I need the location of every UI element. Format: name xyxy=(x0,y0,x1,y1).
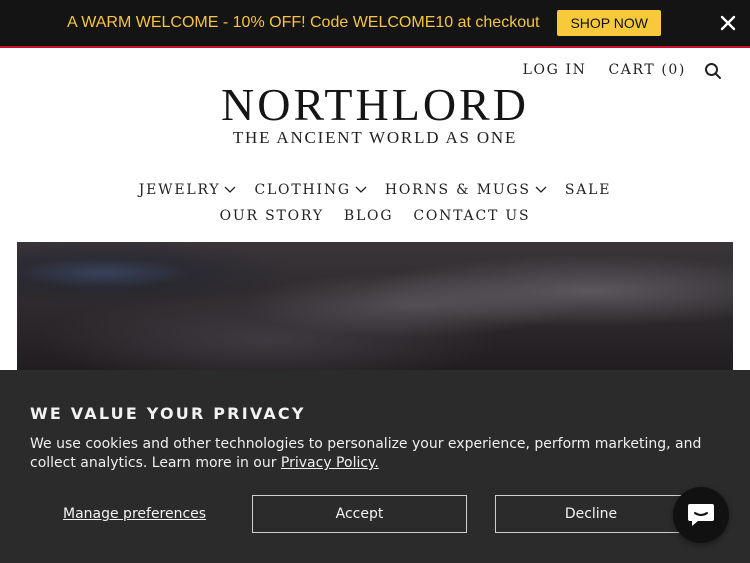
nav-item-sale[interactable]: SALE xyxy=(565,182,611,198)
nav-item-clothing[interactable]: CLOTHING xyxy=(254,182,367,198)
cart-link[interactable]: CART (0) xyxy=(608,62,686,78)
nav-item-jewelry[interactable]: JEWELRY xyxy=(139,182,237,198)
nav-item-our-story[interactable]: OUR STORY xyxy=(220,208,324,224)
cookie-banner: WE VALUE YOUR PRIVACY We use cookies and… xyxy=(0,370,750,563)
chevron-down-icon xyxy=(535,186,547,193)
privacy-policy-link[interactable]: Privacy Policy. xyxy=(281,455,379,471)
decline-button[interactable]: Decline xyxy=(495,495,687,533)
main-nav: JEWELRY CLOTHING HORNS & MUGS SALE xyxy=(0,182,750,198)
cookie-title: WE VALUE YOUR PRIVACY xyxy=(30,404,306,423)
hero-image xyxy=(17,242,733,382)
nav-item-horns-mugs[interactable]: HORNS & MUGS xyxy=(385,182,547,198)
accept-button[interactable]: Accept xyxy=(252,495,467,533)
chat-icon[interactable] xyxy=(673,487,729,543)
secondary-nav: OUR STORY BLOG CONTACT US xyxy=(0,208,750,224)
shop-now-button[interactable]: SHOP NOW xyxy=(557,10,661,36)
login-link[interactable]: LOG IN xyxy=(523,62,587,78)
cookie-body: We use cookies and other technologies to… xyxy=(30,435,710,473)
search-icon[interactable] xyxy=(704,62,722,80)
manage-preferences-link[interactable]: Manage preferences xyxy=(63,506,206,522)
nav-item-blog[interactable]: BLOG xyxy=(344,208,393,224)
announcement-text: A WARM WELCOME - 10% OFF! Code WELCOME10… xyxy=(67,14,540,31)
nav-item-contact-us[interactable]: CONTACT US xyxy=(413,208,530,224)
chevron-down-icon xyxy=(224,186,236,193)
nav-item-label: SALE xyxy=(564,182,612,198)
close-icon[interactable] xyxy=(718,13,738,33)
tagline: THE ANCIENT WORLD AS ONE xyxy=(232,128,518,147)
chevron-down-icon xyxy=(355,186,367,193)
nav-item-label: HORNS & MUGS xyxy=(384,182,531,198)
announcement-bar: A WARM WELCOME - 10% OFF! Code WELCOME10… xyxy=(0,0,750,48)
utility-nav: LOG IN CART (0) xyxy=(523,62,686,78)
nav-item-label: CLOTHING xyxy=(254,182,351,198)
logo[interactable]: NORTHLORD THE ANCIENT WORLD AS ONE xyxy=(0,82,750,148)
logo-text: NORTHLORD xyxy=(221,79,529,130)
nav-item-label: JEWELRY xyxy=(138,182,221,198)
